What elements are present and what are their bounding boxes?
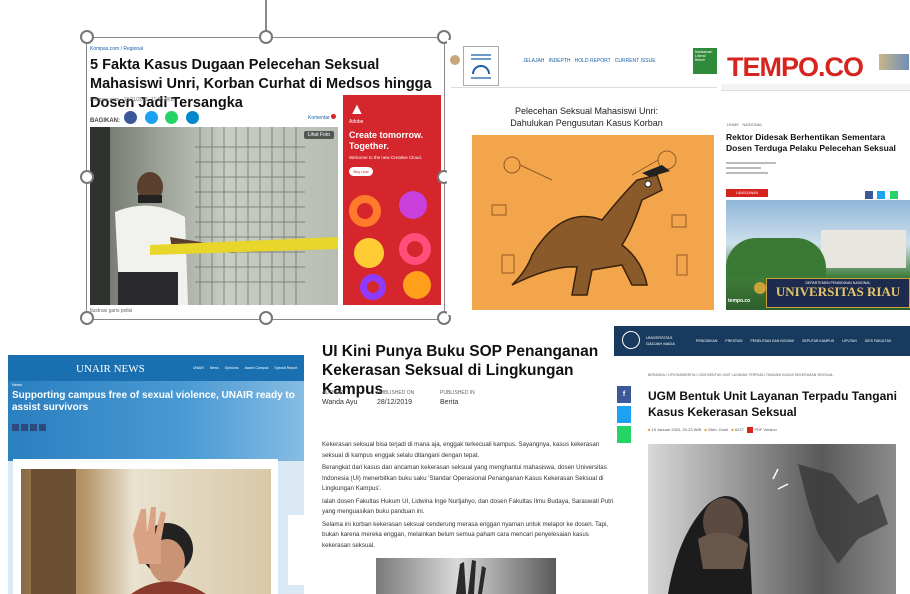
ugm-logo-line1: UNIVERSITAS	[646, 335, 673, 340]
unair-photo[interactable]	[21, 469, 271, 594]
ugm-pdf-link[interactable]: PDF Version	[754, 427, 776, 432]
unair-magazine-card[interactable]: JELAJAH INDEPTH HOLD REPORT CURRENT ISSU…	[447, 40, 719, 315]
ugm-photo[interactable]	[648, 444, 896, 594]
unair-nav: UNAIR News Opinions Award Campus Special Rep…	[193, 366, 297, 370]
ui-paragraph: Berangkat dari kasus dan ancaman kekeras…	[322, 464, 607, 492]
ui-paragraph: Selama ini korban kekerasan seksual cend…	[322, 520, 609, 549]
ugm-views: 6237	[734, 427, 744, 433]
ugm-nav: PENDIDIKAN PRESTASI PENELITIAN DAN INOVASI…	[696, 339, 891, 343]
author-name[interactable]: Wanda Ayu	[322, 399, 372, 406]
ugm-meta: ■ 15 Januari 2020, 20:23 WIB ■ Oleh: Gus…	[648, 427, 777, 433]
twitter-icon[interactable]	[617, 406, 631, 423]
sign-emblem	[754, 282, 766, 294]
tempo-meta-lines	[726, 162, 776, 174]
user-icon: ■	[704, 427, 707, 433]
ugm-header: UNIVERSITAS GADJAH MADA PENDIDIKAN PRESTA…	[614, 326, 910, 356]
unair-share	[12, 418, 46, 436]
selection-frame[interactable]	[86, 37, 445, 320]
rotate-handle-line	[265, 0, 267, 30]
unair-sidebar-stub	[288, 515, 304, 585]
ugm-logo-line2: GADJAH MADA	[646, 341, 675, 346]
sign-university: UNIVERSITAS RIAU	[775, 284, 901, 299]
facebook-icon[interactable]	[865, 191, 873, 199]
nav-penelitian[interactable]: PENELITIAN DAN INOVASI	[750, 339, 794, 343]
ugm-date: 15 Januari 2020, 20:23 WIB	[651, 427, 702, 433]
ugm-article-card[interactable]: UNIVERSITAS GADJAH MADA PENDIDIKAN PRESTA…	[614, 326, 910, 594]
nav-liputan[interactable]: LIPUTAN	[842, 339, 857, 343]
nav-dies[interactable]: DIES FAKULTAS	[865, 339, 892, 343]
tempo-watermark: tempo.co	[728, 298, 751, 304]
ugm-headline: UGM Bentuk Unit Layanan Terpadu Tangani …	[648, 389, 897, 419]
email-icon[interactable]	[39, 424, 46, 431]
facebook-icon[interactable]: f	[617, 386, 631, 403]
magazine-menu[interactable]: JELAJAH INDEPTH HOLD REPORT CURRENT ISSU…	[523, 58, 656, 64]
layout-options-icon[interactable]	[463, 46, 499, 86]
facebook-icon[interactable]	[12, 424, 19, 431]
ui-paragraph: Ialah dosen Fakultas Hukum UI, Lidwina I…	[322, 497, 616, 516]
linkedin-icon[interactable]	[30, 424, 37, 431]
resize-handle-top[interactable]	[259, 30, 273, 44]
unair-headline: Supporting campus free of sexual violenc…	[12, 390, 295, 413]
ui-body: Kekerasan seksual bisa terjadi di mana a…	[322, 440, 616, 551]
published-in-category[interactable]: Berita	[440, 399, 500, 406]
unair-header: UNAIR NEWS UNAIR News Opinions Award Campus…	[8, 355, 304, 381]
site-avatar	[450, 55, 460, 65]
magazine-headline: Pelecehan Seksual Mahasiswi Unri: Dahulu…	[510, 106, 663, 128]
unair-photo-frame	[13, 459, 278, 594]
nav-pendidikan[interactable]: PENDIDIKAN	[696, 339, 717, 343]
tempo-subscribe-button[interactable]: LANGGANAN	[726, 189, 768, 197]
ugm-author: Oleh: Gusti	[708, 427, 729, 433]
nav-unair[interactable]: UNAIR	[193, 366, 204, 370]
nav-award[interactable]: Award Campus	[244, 366, 268, 370]
twitter-icon[interactable]	[877, 191, 886, 199]
ugm-emblem[interactable]	[622, 331, 640, 349]
tempo-photo[interactable]: DEPARTEMEN PENDIDIKAN NASIONAL UNIVERSIT…	[726, 200, 910, 310]
published-in-label: PUBLISHED IN	[440, 390, 475, 396]
tempo-breadcrumb[interactable]: HOME NASIONAL	[727, 122, 763, 127]
unair-logo[interactable]: UNAIR NEWS	[76, 363, 145, 375]
published-on-label: PUBLISHED ON	[377, 390, 415, 396]
whatsapp-icon[interactable]	[617, 426, 631, 443]
author-label: AUTHOR	[322, 390, 344, 396]
tempo-logo[interactable]: TEMPO.CO	[727, 52, 864, 83]
resize-handle-bottom[interactable]	[259, 311, 273, 325]
resize-handle-left[interactable]	[80, 170, 94, 184]
nav-news[interactable]: News	[210, 366, 219, 370]
resize-handle-top-left[interactable]	[80, 30, 94, 44]
unair-news-card[interactable]: UNAIR NEWS UNAIR News Opinions Award Campus…	[8, 355, 304, 594]
tempo-ad-thumb	[879, 54, 909, 70]
nav-opinions[interactable]: Opinions	[225, 366, 239, 370]
dinosaur-illustration	[472, 135, 714, 310]
unair-category[interactable]: News	[12, 382, 22, 387]
nav-special[interactable]: Special Report	[274, 366, 297, 370]
ui-photo[interactable]	[376, 558, 556, 594]
tempo-article-card[interactable]: TEMPO.CO HOME NASIONAL Rektor Didesak Be…	[721, 40, 910, 312]
eye-icon: ■	[731, 427, 734, 433]
nav-seputar-kampus[interactable]: SEPUTAR KAMPUS	[802, 339, 834, 343]
nav-prestasi[interactable]: PRESTASI	[725, 339, 742, 343]
published-on-date: 28/12/2019	[377, 399, 413, 406]
whatsapp-icon[interactable]	[889, 191, 898, 199]
ui-paragraph: Kekerasan seksual bisa terjadi di mana a…	[322, 441, 600, 459]
ugm-breadcrumb[interactable]: BERANDA / LIPUTAN/BERITA / UGM BENTUK UN…	[648, 373, 908, 377]
resize-handle-bottom-left[interactable]	[80, 311, 94, 325]
sign-board: DEPARTEMEN PENDIDIKAN NASIONAL UNIVERSIT…	[766, 278, 910, 308]
calendar-icon: ■	[648, 427, 651, 433]
tempo-headline: Rektor Didesak Berhentikan Sementara Dos…	[726, 132, 896, 153]
twitter-icon[interactable]	[21, 424, 28, 431]
ugm-social-bar: f	[617, 386, 631, 443]
pdf-icon[interactable]	[747, 427, 754, 433]
ui-article-card[interactable]: UI Kini Punya Buku SOP Penanganan Kekera…	[318, 336, 618, 594]
side-badge: Mahkamah Liberal Belum	[693, 48, 717, 74]
